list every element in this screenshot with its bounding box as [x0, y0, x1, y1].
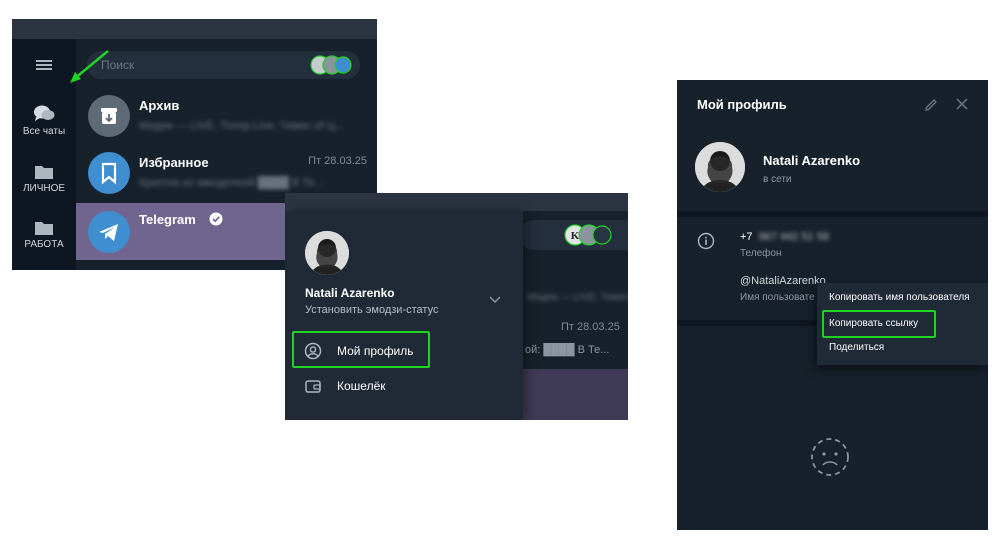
folder-icon — [35, 222, 53, 235]
green-arrow-annotation — [70, 50, 109, 83]
chat-preview: Криптик из звездочной ████ В Те... — [139, 177, 324, 189]
telegram-avatar — [88, 211, 130, 253]
wallet-icon — [305, 380, 321, 393]
page-title: Мой профиль — [697, 97, 787, 112]
chat-name: Избранное — [139, 155, 209, 170]
chat-row-archive[interactable]: Архив Мидии — LIVE, Топор Live, Тимес of… — [76, 89, 377, 145]
phone-prefix: +7 — [740, 231, 753, 243]
info-icon — [697, 232, 715, 250]
side-menu: Natali Azarenko Установить эмодзи-статус… — [285, 211, 523, 420]
chat-name: Telegram — [139, 212, 196, 227]
profile-photo — [695, 142, 745, 192]
title-strip — [285, 193, 628, 211]
archive-icon — [101, 108, 117, 124]
chat-date: Пт 28.03.25 — [308, 155, 367, 167]
menu-item-label: Кошелёк — [337, 379, 386, 393]
folder-label: РАБОТА — [24, 239, 64, 250]
chat-preview: Мидии — LIVE, Топор Live, Тимес of Ц... — [139, 120, 344, 132]
phone-label: Телефон — [740, 248, 782, 259]
phone-number[interactable]: +7 967 442 51 58 — [740, 231, 829, 243]
divider — [677, 211, 988, 217]
chat-name: Архив — [139, 98, 180, 113]
username[interactable]: @NataliAzarenko — [740, 275, 826, 287]
hamburger-icon — [36, 60, 52, 70]
emoji-status-link[interactable]: Установить эмодзи-статус — [305, 304, 438, 316]
side-menu-panel: K Мидии — LIVE, Тимес of Ц... Пт 28.03.2… — [285, 193, 628, 420]
profile-photo — [305, 231, 349, 275]
avatar[interactable] — [305, 231, 349, 275]
chat-date: Пт 28.03.25 — [561, 321, 620, 333]
copy-username-item[interactable]: Копировать имя пользователя — [829, 292, 970, 303]
share-item[interactable]: Поделиться — [829, 342, 884, 353]
highlight-box — [822, 310, 936, 338]
main-menu-button[interactable] — [22, 51, 66, 79]
username-label: Имя пользовате — [740, 292, 815, 303]
saved-avatar — [88, 152, 130, 194]
my-profile-panel: Мой профиль Natali Azarenko в сети +7 96… — [677, 80, 988, 530]
search-input[interactable]: Поиск — [87, 51, 360, 79]
close-icon[interactable] — [955, 97, 969, 111]
chevron-down-icon[interactable] — [488, 295, 502, 305]
title-strip — [12, 19, 377, 39]
menu-item-wallet[interactable]: Кошелёк — [285, 370, 523, 402]
chat-preview: ой: ████ В Те... — [525, 344, 610, 356]
context-menu: Копировать имя пользователя Копировать с… — [817, 283, 988, 365]
folder-all-chats[interactable]: Все чаты — [12, 103, 76, 137]
stories-icon[interactable]: K — [563, 223, 623, 247]
sad-face-icon — [811, 438, 849, 476]
stories-icon[interactable] — [307, 54, 357, 76]
telegram-icon — [99, 224, 118, 241]
chat-preview: Мидии — LIVE, Тимес of Ц... — [527, 292, 628, 303]
profile-name: Natali Azarenko — [305, 286, 395, 300]
pencil-icon[interactable] — [923, 97, 939, 113]
archive-avatar — [88, 95, 130, 137]
search-input[interactable]: K — [519, 220, 628, 250]
folder-label: ЛИЧНОЕ — [22, 183, 66, 194]
verified-icon — [209, 212, 223, 226]
svg-text:K: K — [571, 230, 580, 242]
online-status: в сети — [763, 174, 792, 185]
bookmark-icon — [101, 162, 117, 185]
chats-icon — [34, 105, 55, 121]
folder-label: Все чаты — [22, 126, 66, 137]
highlight-box — [292, 331, 430, 368]
avatar[interactable] — [695, 142, 745, 192]
phone-hidden: 967 442 51 58 — [758, 231, 829, 243]
folder-personal[interactable]: ЛИЧНОЕ — [12, 163, 76, 194]
folder-icon — [35, 166, 53, 179]
folder-work[interactable]: РАБОТА — [12, 219, 76, 250]
profile-name: Natali Azarenko — [763, 153, 861, 168]
